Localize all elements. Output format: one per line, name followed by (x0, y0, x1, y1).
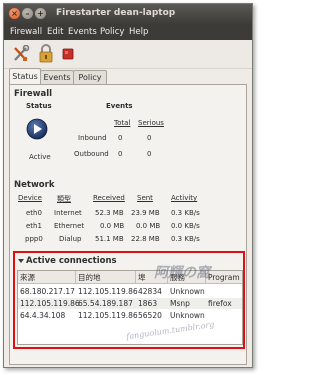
status-header: Status (26, 102, 52, 110)
menu-firewall[interactable]: Firewall (10, 27, 42, 37)
firewall-running-icon[interactable] (26, 118, 48, 140)
network-section-title: Network (14, 180, 55, 190)
network-row-received: 52.3 MB (95, 209, 124, 217)
tab-status[interactable]: Status (9, 68, 41, 85)
outbound-label: Outbound (74, 150, 109, 158)
inbound-total: 0 (118, 134, 123, 142)
network-row-type: Internet (54, 209, 82, 217)
network-row-sent: 22.8 MB (131, 235, 160, 243)
network-header-device: Device (18, 194, 42, 202)
network-row-sent: 0.0 MB (136, 222, 161, 230)
lock-icon[interactable] (38, 44, 54, 63)
network-row-device: eth1 (26, 222, 42, 230)
network-row-received: 51.1 MB (95, 235, 124, 243)
menu-events[interactable]: Events (68, 27, 97, 37)
menu-bar: Firewall Edit Events Policy Help (4, 24, 252, 40)
stop-icon[interactable] (62, 48, 74, 60)
title-bar[interactable]: × – + Firestarter dean-laptop (4, 4, 252, 24)
outbound-serious: 0 (147, 150, 152, 158)
network-row-device: ppp0 (25, 235, 43, 243)
tab-bar: Status Events Policy (4, 68, 252, 85)
tab-events[interactable]: Events (40, 70, 74, 85)
network-row-activity: 0.3 KB/s (171, 209, 200, 217)
network-row-sent: 23.9 MB (131, 209, 160, 217)
window-title: Firestarter dean-laptop (56, 8, 176, 18)
app-window: × – + Firestarter dean-laptop Firewall E… (3, 3, 253, 368)
network-row-device: eth0 (26, 209, 42, 217)
watermark-title: 阿輝の窩 (154, 265, 210, 281)
maximize-icon[interactable]: + (35, 8, 46, 19)
firewall-section-title: Firewall (14, 89, 53, 99)
network-header-activity: Activity (171, 194, 198, 202)
network-header-type: 類型 (57, 195, 71, 203)
inbound-label: Inbound (78, 134, 107, 142)
network-row-received: 0.0 MB (100, 222, 125, 230)
tab-policy[interactable]: Policy (73, 70, 107, 85)
network-row-activity: 0.0 KB/s (171, 222, 200, 230)
network-row-activity: 0.3 KB/s (171, 235, 200, 243)
network-row-type: Ethernet (54, 222, 85, 230)
menu-policy[interactable]: Policy (100, 27, 124, 37)
events-header: Events (106, 102, 133, 110)
minimize-icon[interactable]: – (22, 8, 33, 19)
status-value: Active (29, 153, 51, 161)
network-row-type: Dialup (59, 235, 82, 243)
network-header-received: Received (93, 194, 125, 202)
total-header: Total (114, 119, 131, 127)
menu-edit[interactable]: Edit (47, 27, 63, 37)
close-icon[interactable]: × (9, 8, 20, 19)
inbound-serious: 0 (147, 134, 152, 142)
menu-help[interactable]: Help (129, 27, 148, 37)
toolbar (4, 40, 252, 69)
preferences-icon[interactable] (12, 45, 30, 63)
serious-header: Serious (138, 119, 164, 127)
network-header-sent: Sent (137, 194, 153, 202)
outbound-total: 0 (118, 150, 123, 158)
